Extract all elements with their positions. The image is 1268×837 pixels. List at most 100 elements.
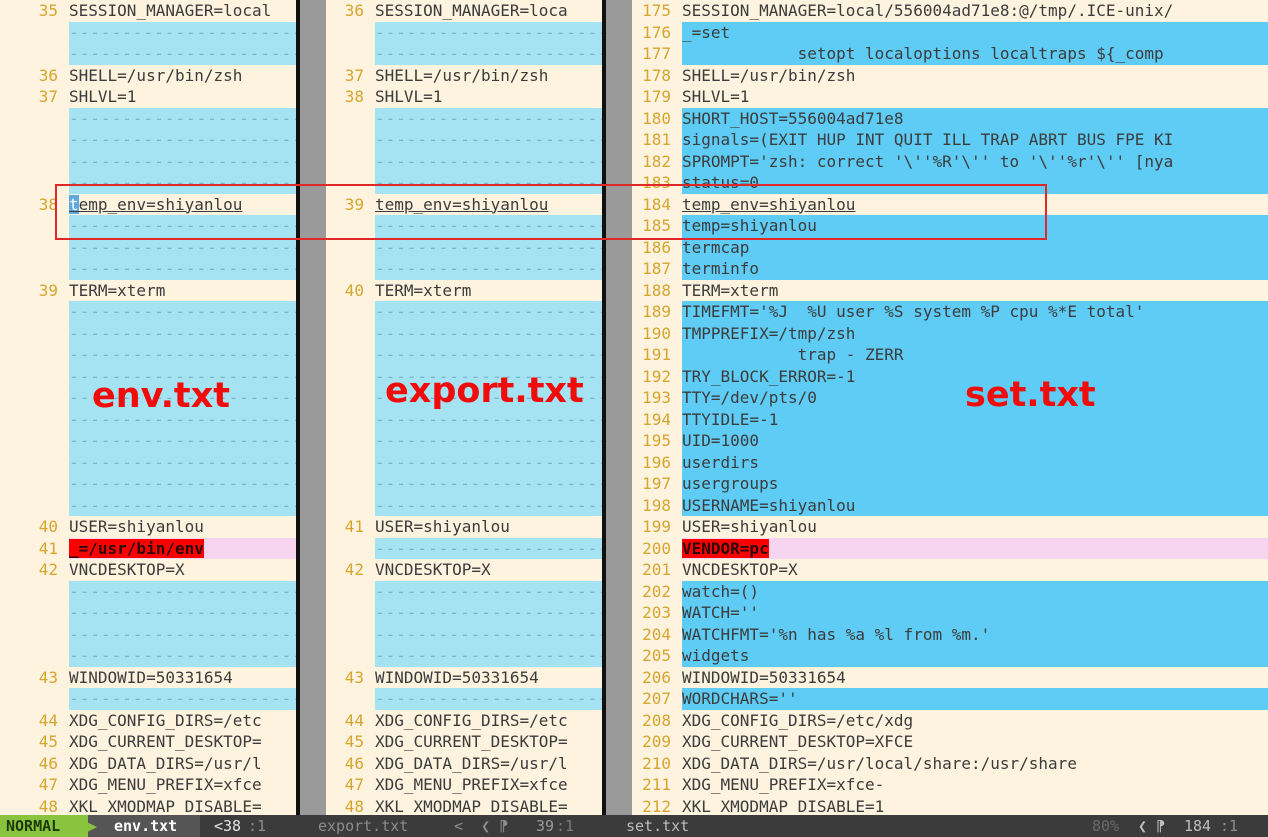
line-number: 45 (344, 732, 364, 751)
line-text[interactable]: terminfo (682, 258, 1268, 280)
line-text[interactable]: VENDOR=pc (682, 537, 1268, 559)
line-text[interactable]: UID=1000 (682, 430, 1268, 452)
set-file-name[interactable]: set.txt (626, 815, 689, 837)
line-number: 176 (642, 22, 671, 42)
line-text[interactable]: WINDOWID=50331654 (682, 667, 1268, 689)
diff-filler-line: ----------------------------------------… (0, 451, 296, 473)
line-text[interactable]: XDG_MENU_PREFIX=xfce (375, 774, 602, 796)
line-text[interactable]: VNCDESKTOP=X (375, 559, 602, 581)
line-text[interactable]: USER=shiyanlou (375, 516, 602, 538)
diff-filler-fill: ----------------------------------------… (69, 580, 296, 602)
diff-filler-line: ----------------------------------------… (0, 494, 296, 516)
diff-filler-fill: ----------------------------------------… (375, 129, 602, 151)
line-number: 177 (642, 44, 671, 63)
line-text[interactable]: TERM=xterm (682, 280, 1268, 302)
line-text[interactable]: XDG_DATA_DIRS=/usr/local/share:/usr/shar… (682, 753, 1268, 775)
diff-filler-fill: ----------------------------------------… (375, 21, 602, 43)
line-text[interactable]: SHLVL=1 (682, 86, 1268, 108)
line-text[interactable]: setopt localoptions localtraps ${_comp (682, 43, 1268, 65)
line-text[interactable]: XKL_XMODMAP_DISABLE= (375, 796, 602, 816)
line-text[interactable]: SHORT_HOST=556004ad71e8 (682, 107, 1268, 129)
diff-filler-fill: ----------------------------------------… (375, 408, 602, 430)
line-text[interactable]: XDG_DATA_DIRS=/usr/l (69, 753, 296, 775)
line-text[interactable]: XDG_CURRENT_DESKTOP= (69, 731, 296, 753)
line-text[interactable]: widgets (682, 645, 1268, 667)
line-text[interactable]: SESSION_MANAGER=loca (375, 0, 602, 22)
line-text[interactable]: WINDOWID=50331654 (375, 667, 602, 689)
line-text[interactable]: TMPPREFIX=/tmp/zsh (682, 322, 1268, 344)
line-text[interactable]: XDG_CURRENT_DESKTOP= (375, 731, 602, 753)
line-text[interactable]: VNCDESKTOP=X (69, 559, 296, 581)
code-line: 36 SESSION_MANAGER=loca (326, 0, 602, 22)
diff-filler-line: ----------------------------------------… (0, 473, 296, 495)
diff-filler-fill: ----------------------------------------… (69, 602, 296, 624)
line-number: 201 (642, 560, 671, 579)
line-text[interactable]: signals=(EXIT HUP INT QUIT ILL TRAP ABRT… (682, 129, 1268, 151)
line-text[interactable]: trap - ZERR (682, 344, 1268, 366)
line-number: 48 (344, 796, 364, 816)
line-text[interactable]: WORDCHARS='' (682, 688, 1268, 710)
line-text[interactable]: USER=shiyanlou (682, 516, 1268, 538)
mode-indicator: NORMAL (0, 815, 88, 837)
line-number: 44 (344, 710, 364, 730)
code-line: 40 TERM=xterm (326, 280, 602, 302)
line-text[interactable]: TIMEFMT='%J %U user %S system %P cpu %*E… (682, 301, 1268, 323)
line-text[interactable]: _=/usr/bin/env (69, 537, 296, 559)
line-text[interactable]: VNCDESKTOP=X (682, 559, 1268, 581)
line-text[interactable]: _=set (682, 21, 1268, 43)
diff-filler-line: ----------------------------------------… (326, 150, 602, 172)
line-number: 42 (38, 560, 58, 579)
line-number: 35 (38, 1, 58, 20)
diff-filler-line: ----------------------------------------… (326, 494, 602, 516)
line-text[interactable]: SESSION_MANAGER=local (69, 0, 296, 22)
code-line: 188 TERM=xterm (632, 280, 1268, 302)
line-text[interactable]: XKL_XMODMAP_DISABLE= (69, 796, 296, 816)
line-text[interactable]: XDG_MENU_PREFIX=xfce (69, 774, 296, 796)
diff-filler-fill: ----------------------------------------… (69, 322, 296, 344)
line-number: 39 (38, 280, 58, 300)
line-number: 43 (38, 667, 58, 687)
line-text[interactable]: USER=shiyanlou (69, 516, 296, 538)
diff-filler-line: ----------------------------------------… (326, 21, 602, 43)
line-text[interactable]: SPROMPT='zsh: correct '\''%R'\'' to '\''… (682, 150, 1268, 172)
line-text[interactable]: TERM=xterm (375, 280, 602, 302)
set-pane[interactable]: 175 SESSION_MANAGER=local/556004ad71e8:@/… (632, 0, 1268, 815)
diff-filler-fill: ----------------------------------------… (375, 494, 602, 516)
diff-filler-line: ----------------------------------------… (0, 344, 296, 366)
line-text[interactable]: XDG_CONFIG_DIRS=/etc/xdg (682, 710, 1268, 732)
line-text[interactable]: XDG_CONFIG_DIRS=/etc (69, 710, 296, 732)
line-text[interactable]: SHELL=/usr/bin/zsh (375, 65, 602, 87)
env-annotation-label: env.txt (92, 376, 230, 416)
code-line: 191 trap - ZERR (632, 344, 1268, 366)
line-text[interactable]: WINDOWID=50331654 (69, 667, 296, 689)
export-nav-icons: < ❮ ⁋ (454, 817, 509, 835)
line-text[interactable]: SHELL=/usr/bin/zsh (682, 65, 1268, 87)
line-text[interactable]: SESSION_MANAGER=local/556004ad71e8:@/tmp… (682, 0, 1268, 22)
code-line: 47 XDG_MENU_PREFIX=xfce (0, 774, 296, 796)
code-line: 190 TMPPREFIX=/tmp/zsh (632, 322, 1268, 344)
diff-filler-fill: ----------------------------------------… (375, 623, 602, 645)
line-text[interactable]: XDG_CONFIG_DIRS=/etc (375, 710, 602, 732)
line-text[interactable]: SHELL=/usr/bin/zsh (69, 65, 296, 87)
line-text[interactable]: XDG_CURRENT_DESKTOP=XFCE (682, 731, 1268, 753)
line-text[interactable]: XDG_DATA_DIRS=/usr/l (375, 753, 602, 775)
line-text[interactable]: usergroups (682, 473, 1268, 495)
line-text[interactable]: TERM=xterm (69, 280, 296, 302)
set-percent: 80% (1092, 817, 1120, 835)
line-text[interactable]: watch=() (682, 580, 1268, 602)
line-text[interactable]: WATCH='' (682, 602, 1268, 624)
env-file-name[interactable]: env.txt (108, 815, 200, 837)
line-text[interactable]: WATCHFMT='%n has %a %l from %m.' (682, 623, 1268, 645)
line-number: 196 (642, 452, 671, 472)
line-number: 192 (642, 366, 671, 386)
line-number: 187 (642, 259, 671, 278)
env-column-position: :1 (248, 817, 267, 835)
line-text[interactable]: userdirs (682, 451, 1268, 473)
line-text[interactable]: SHLVL=1 (375, 86, 602, 108)
export-file-name[interactable]: export.txt (318, 815, 408, 837)
code-line: 198 USERNAME=shiyanlou (632, 494, 1268, 516)
line-text[interactable]: SHLVL=1 (69, 86, 296, 108)
line-text[interactable]: XDG_MENU_PREFIX=xfce- (682, 774, 1268, 796)
line-text[interactable]: USERNAME=shiyanlou (682, 494, 1268, 516)
line-text[interactable]: XKL_XMODMAP_DISABLE=1 (682, 796, 1268, 816)
